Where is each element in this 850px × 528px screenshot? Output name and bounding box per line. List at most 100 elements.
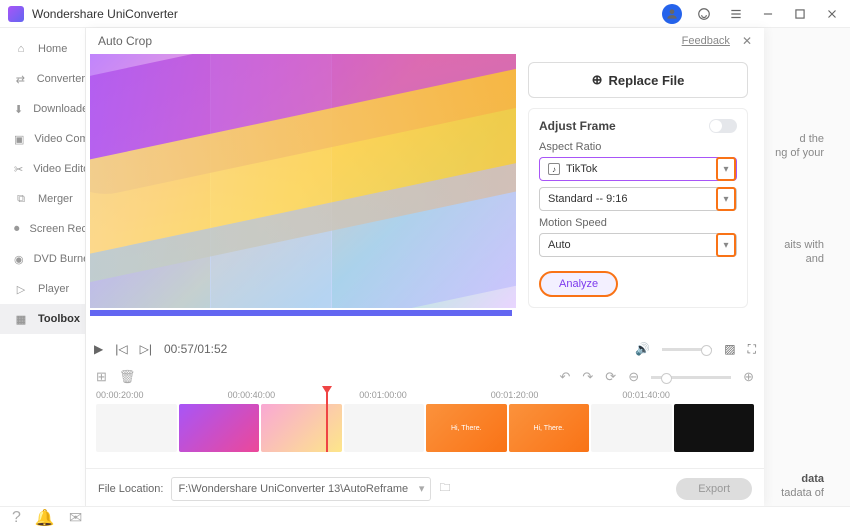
timeline-thumb[interactable]: [261, 404, 342, 452]
auto-crop-modal: Auto Crop Feedback ✕ ⊕ Replace File: [86, 28, 764, 506]
export-button[interactable]: Export: [676, 478, 752, 500]
sidebar-item-label: Player: [38, 283, 69, 295]
adjust-frame-label: Adjust Frame: [539, 119, 616, 133]
minimize-icon[interactable]: [758, 4, 778, 24]
sidebar-item-toolbox[interactable]: ▦Toolbox: [0, 304, 85, 334]
timeline-thumb[interactable]: Hi, There.: [426, 404, 507, 452]
next-frame-button[interactable]: ▷|: [140, 342, 152, 356]
browse-folder-icon[interactable]: 🗀: [439, 479, 450, 498]
timeline-thumbnails[interactable]: Hi, There. Hi, There.: [96, 404, 754, 452]
file-location-input[interactable]: F:\Wondershare UniConverter 13\AutoRefra…: [171, 477, 431, 501]
adjust-frame-toggle[interactable]: [709, 119, 737, 133]
adjust-frame-card: Adjust Frame Aspect Ratio ♪ TikTok ▾ Sta…: [528, 108, 748, 308]
chevron-down-icon[interactable]: ▾: [716, 187, 736, 211]
sidebar-item-player[interactable]: ▷ Player: [0, 274, 85, 304]
standard-select[interactable]: Standard -- 9:16 ▾: [539, 187, 737, 211]
sidebar-item-recorder[interactable]: ⏺Screen Recorder: [0, 214, 85, 244]
sidebar-item-converter[interactable]: ⇄ Converter: [0, 64, 85, 94]
prev-frame-button[interactable]: |◁: [115, 342, 127, 356]
motion-speed-label: Motion Speed: [539, 217, 737, 229]
sidebar-item-editor[interactable]: ✂ Video Editor: [0, 154, 85, 184]
undo-button[interactable]: ↶: [559, 369, 570, 385]
file-location-value: F:\Wondershare UniConverter 13\AutoRefra…: [178, 483, 408, 495]
aspect-ratio-label: Aspect Ratio: [539, 141, 737, 153]
modal-footer: File Location: F:\Wondershare UniConvert…: [86, 468, 764, 508]
sidebar-item-dvd[interactable]: ◉DVD Burner: [0, 244, 85, 274]
bg-text: tadata of: [781, 486, 824, 501]
file-location-label: File Location:: [98, 483, 163, 495]
zoom-slider[interactable]: [651, 376, 731, 379]
time-ruler: 00:00:20:00 00:00:40:00 00:01:00:00 00:0…: [96, 390, 754, 404]
aspect-ratio-select[interactable]: ♪ TikTok ▾: [539, 157, 737, 181]
scissors-icon: ✂: [14, 163, 23, 176]
playback-controls: ▶ |◁ ▷| 00:57/01:52 🔊 ▨ ⛶: [86, 334, 764, 364]
app-title: Wondershare UniConverter: [32, 7, 662, 21]
sidebar-item-label: Toolbox: [38, 313, 80, 325]
support-icon[interactable]: [694, 4, 714, 24]
zoom-in-button[interactable]: ⊕: [743, 369, 754, 385]
titlebar: Wondershare UniConverter: [0, 0, 850, 28]
sidebar-item-label: Downloader: [33, 103, 85, 115]
play-button[interactable]: ▶: [94, 342, 103, 356]
home-icon: ⌂: [14, 43, 28, 55]
replace-label: Replace File: [609, 73, 685, 88]
replace-file-button[interactable]: ⊕ Replace File: [528, 62, 748, 98]
motion-speed-value: Auto: [548, 239, 571, 251]
sidebar-item-label: Video Compressor: [34, 133, 85, 145]
modal-close-icon[interactable]: ✕: [742, 34, 752, 48]
snapshot-icon[interactable]: ▨: [724, 342, 735, 356]
standard-value: Standard -- 9:16: [548, 193, 628, 205]
convert-icon: ⇄: [14, 73, 27, 86]
sidebar-item-label: Video Editor: [33, 163, 85, 175]
chevron-down-icon[interactable]: ▾: [716, 157, 736, 181]
timeline-thumb[interactable]: Hi, There.: [509, 404, 590, 452]
disc-icon: ◉: [14, 253, 24, 266]
sidebar-item-downloader[interactable]: ⬇ Downloader: [0, 94, 85, 124]
timeline-thumb[interactable]: [179, 404, 260, 452]
timeline-thumb[interactable]: [96, 404, 177, 452]
feedback-link[interactable]: Feedback: [682, 35, 730, 47]
sidebar: ⌂ Home ⇄ Converter ⬇ Downloader ▣ Video Comp…: [0, 28, 86, 506]
sidebar-item-merger[interactable]: ⧉ Merger: [0, 184, 85, 214]
timeline-thumb[interactable]: [344, 404, 425, 452]
sidebar-item-label: Merger: [38, 193, 73, 205]
maximize-icon[interactable]: [790, 4, 810, 24]
sidebar-item-label: Converter: [37, 73, 85, 85]
timeline-scrubber[interactable]: [326, 390, 328, 452]
aspect-ratio-value: TikTok: [566, 163, 597, 175]
timeline-toolbar: ⊞ 🗑 ↶ ↷ ⟳ ⊖ ⊕: [86, 364, 764, 390]
bg-text: and: [806, 252, 824, 267]
close-icon[interactable]: [822, 4, 842, 24]
sidebar-item-home[interactable]: ⌂ Home: [0, 34, 85, 64]
play-icon: ▷: [14, 283, 28, 296]
timeline-thumb[interactable]: [591, 404, 672, 452]
add-clip-button[interactable]: ⊞: [96, 369, 107, 385]
redo-button[interactable]: ↷: [582, 369, 593, 385]
fullscreen-icon[interactable]: ⛶: [748, 342, 756, 357]
user-avatar-icon[interactable]: [662, 4, 682, 24]
refresh-button[interactable]: ⟳: [605, 369, 616, 385]
timeline-thumb[interactable]: [674, 404, 755, 452]
chevron-down-icon[interactable]: ▾: [419, 482, 425, 495]
mail-icon[interactable]: ✉: [69, 508, 82, 528]
volume-icon[interactable]: 🔊: [635, 342, 650, 356]
zoom-out-button[interactable]: ⊖: [628, 369, 639, 385]
merge-icon: ⧉: [14, 193, 28, 206]
analyze-button[interactable]: Analyze: [539, 271, 618, 297]
video-preview[interactable]: [90, 54, 516, 308]
chevron-down-icon[interactable]: ▾: [716, 233, 736, 257]
delete-clip-button[interactable]: 🗑: [119, 369, 136, 385]
replace-icon: ⊕: [592, 72, 603, 88]
download-icon: ⬇: [14, 103, 23, 116]
sidebar-item-compressor[interactable]: ▣ Video Compressor: [0, 124, 85, 154]
help-icon[interactable]: ?: [12, 509, 21, 527]
motion-speed-select[interactable]: Auto ▾: [539, 233, 737, 257]
timeline[interactable]: 00:00:20:00 00:00:40:00 00:01:00:00 00:0…: [86, 390, 764, 462]
sidebar-item-label: Home: [38, 43, 67, 55]
progress-bar[interactable]: [90, 310, 512, 316]
notification-icon[interactable]: 🔔: [35, 508, 55, 528]
volume-slider[interactable]: [662, 348, 712, 351]
compress-icon: ▣: [14, 133, 24, 146]
main-area: d the ng of your aits with and data tada…: [86, 28, 850, 506]
menu-icon[interactable]: [726, 4, 746, 24]
